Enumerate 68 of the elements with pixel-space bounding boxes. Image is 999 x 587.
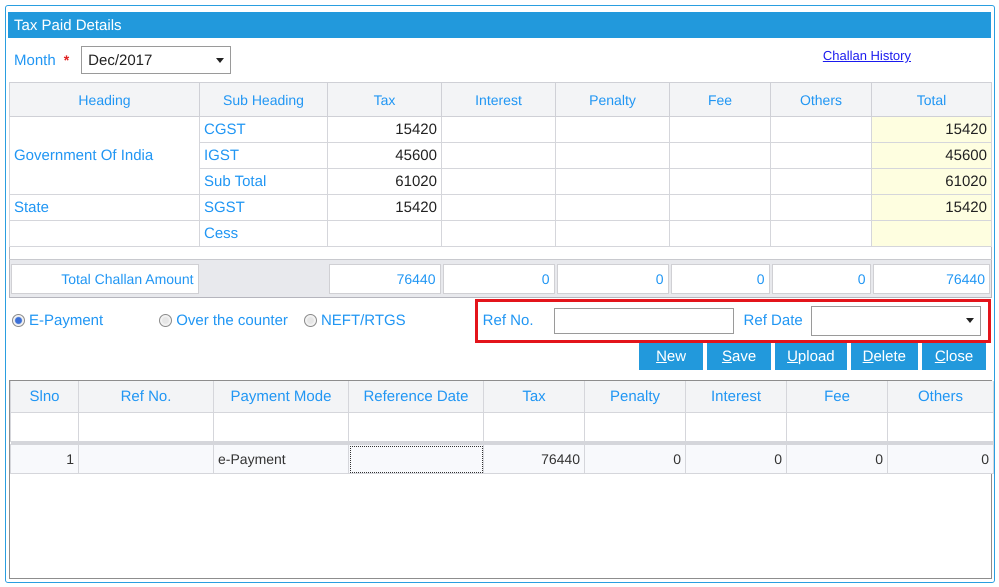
column-header: Slno [10,381,78,412]
total-field: 76440 [872,264,990,294]
caret-icon [966,318,974,323]
radio-icon[interactable] [12,314,25,327]
table-cell: 15420 [872,194,992,220]
column-header: Others [888,381,994,412]
table-cell: 0 [786,444,888,474]
table-cell: e-Payment [214,444,348,474]
table-cell: 0 [686,444,786,474]
column-header: Fee [670,82,770,116]
column-header: Heading [10,82,200,116]
action-button[interactable]: Close [922,343,986,370]
column-header: Total [872,82,992,116]
column-header: Penalty [584,381,686,412]
table-cell: 0 [888,444,994,474]
column-header: Interest [442,82,556,116]
ref-date-dropdown[interactable] [810,306,981,336]
column-header: Tax [328,82,442,116]
total-field: 0 [670,264,770,294]
table-cell: IGST [200,142,328,168]
total-field: 0 [442,264,554,294]
action-button[interactable]: New [639,343,704,370]
column-header: Payment Mode [214,381,348,412]
radio-icon[interactable] [159,314,172,327]
ref-no-field[interactable] [554,308,734,334]
total-field: 0 [772,264,870,294]
table-cell: 45600 [328,142,442,168]
column-header: Reference Date [348,381,484,412]
panel-title: Tax Paid Details [8,12,991,38]
ref-date-label: Ref Date [744,312,803,329]
total-label: Total Challan Amount [11,264,198,294]
ref-no-label: Ref No. [482,312,534,329]
table-cell: State [10,194,200,220]
payment-mode-radio[interactable]: NEFT/RTGS [304,312,406,329]
table-cell: SGST [200,194,328,220]
table-cell: 61020 [872,168,992,194]
table-cell: 0 [584,444,686,474]
table-cell: 15420 [872,116,992,142]
table-cell: 45600 [872,142,992,168]
column-header: Fee [786,381,888,412]
caret-icon [216,58,224,62]
table-cell: 61020 [328,168,442,194]
action-button[interactable]: Save [707,343,772,370]
total-field: 76440 [328,264,440,294]
action-button[interactable]: Delete [850,343,918,370]
required-mark: * [64,52,70,68]
radio-icon[interactable] [304,314,317,327]
payment-mode-radio[interactable]: Over the counter [159,312,288,329]
column-header: Interest [686,381,786,412]
table-cell: Government Of India [10,116,200,194]
column-header: Ref No. [78,381,214,412]
payment-mode-radio[interactable]: E-Payment [12,312,104,329]
table-cell: 15420 [328,194,442,220]
column-header: Others [770,82,872,116]
challan-history-link[interactable]: Challan History [822,48,911,63]
month-label: Month [14,52,56,68]
table-cell: 76440 [484,444,584,474]
table-cell: 15420 [328,116,442,142]
action-button[interactable]: Upload [775,343,847,370]
table-cell: 1 [10,444,78,474]
table-cell: Sub Total [200,168,328,194]
total-field: 0 [556,264,668,294]
column-header: Tax [484,381,584,412]
column-header: Sub Heading [200,82,328,116]
column-header: Penalty [556,82,670,116]
month-dropdown[interactable]: Dec/2017 [81,46,232,74]
table-cell: CGST [200,116,328,142]
table-cell: Cess [200,220,328,246]
